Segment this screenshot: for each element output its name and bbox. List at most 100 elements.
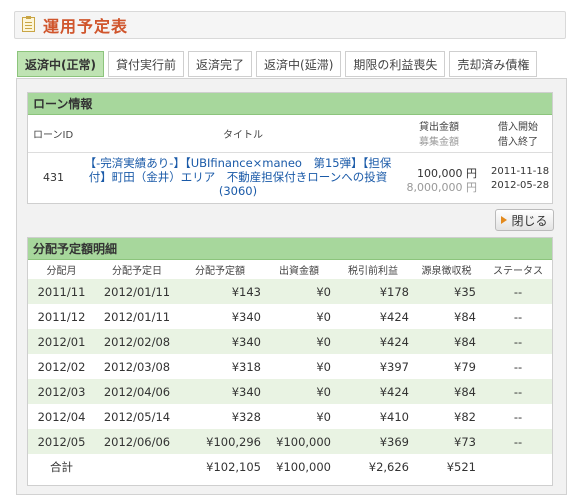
tab-repaid[interactable]: 返済完了 (188, 51, 253, 77)
memo-icon (21, 16, 37, 34)
col-header-amount: 分配予定額 (179, 260, 267, 279)
cell-month: 2011/11 (28, 279, 95, 304)
tab-before-disbursement[interactable]: 貸付実行前 (107, 51, 184, 77)
cell-tax: ¥35 (417, 279, 484, 304)
borrow-start-date: 2011-11-18 (491, 166, 550, 177)
cell-investment: ¥0 (316, 359, 331, 374)
header-loan-id: ローンID (33, 130, 74, 141)
cell-pretax: ¥424 (337, 379, 417, 404)
distribution-heading: 分配予定額明細 (28, 238, 552, 260)
cell-amount: ¥328 (231, 409, 261, 424)
cell-date: 2012/02/08 (95, 329, 179, 354)
cell-status: -- (513, 359, 523, 374)
cell-amount: ¥340 (179, 379, 267, 404)
cell-pretax: ¥397 (379, 359, 409, 374)
cell-investment: ¥100,000 (267, 429, 337, 454)
cell-status: -- (513, 409, 523, 424)
cell-month: 2011/12 (37, 309, 86, 324)
total-cell-date (95, 454, 179, 479)
cell-pretax: ¥424 (337, 329, 417, 354)
page-title: 運用予定表 (43, 17, 129, 36)
raise-amount: 8,000,000 円 (406, 181, 477, 194)
table-row: 2012/03 2012/04/06 ¥340 ¥0 ¥424 ¥84 -- (28, 379, 552, 404)
cell-tax: ¥84 (417, 379, 484, 404)
page-title-bar: 運用予定表 (14, 11, 566, 39)
cell-tax: ¥82 (454, 409, 476, 424)
cell-date: 2012/06/06 (95, 429, 179, 454)
cell-month: 2012/03 (28, 379, 95, 404)
cell-pretax: ¥369 (337, 429, 417, 454)
cell-amount: ¥340 (231, 309, 261, 324)
table-row: 2012/02 2012/03/08 ¥318 ¥0 ¥397 ¥79 -- (28, 354, 552, 379)
cell-month: 2012/01 (28, 329, 95, 354)
col-header-month: 分配月 (28, 260, 95, 279)
cell-investment: ¥0 (316, 309, 331, 324)
cell-amount: ¥100,296 (179, 429, 267, 454)
loan-row: 431 【-完済実績あり-】【UBIfinance×maneo 第15弾】【担保… (28, 153, 552, 204)
loan-title-link[interactable]: 【-完済実績あり-】【UBIfinance×maneo 第15弾】【担保 付】町… (80, 156, 396, 198)
cell-investment: ¥0 (267, 329, 337, 354)
table-row: 2012/01 2012/02/08 ¥340 ¥0 ¥424 ¥84 -- (28, 329, 552, 354)
loan-title-line-3: (3060) (218, 184, 258, 198)
cell-date: 2012/03/08 (103, 359, 171, 374)
col-header-pretax: 税引前利益 (337, 260, 417, 279)
cell-investment: ¥0 (267, 279, 337, 304)
close-button[interactable]: 閉じる (495, 209, 554, 231)
cell-status: -- (484, 379, 552, 404)
cell-tax: ¥79 (454, 359, 476, 374)
cell-amount: ¥318 (231, 359, 261, 374)
header-loan-amount: 貸出金額 (419, 122, 459, 133)
loan-title-line-2: 付】町田（金井）エリア 不動産担保付きローンへの投資 (88, 170, 388, 184)
loan-title-line-1: 【-完済実績あり-】【UBIfinance×maneo 第15弾】【担保 (84, 156, 392, 170)
table-row: 2011/11 2012/01/11 ¥143 ¥0 ¥178 ¥35 -- (28, 279, 552, 304)
cell-investment: ¥0 (316, 409, 331, 424)
total-cell-amount: ¥102,105 (179, 454, 267, 479)
distribution-panel: 分配予定額明細 分配月 分配予定日 分配予定額 出資金額 税引前利益 源泉徴収税… (27, 237, 553, 486)
total-cell-month: 合計 (28, 454, 95, 479)
loan-info-header: ローンID タイトル 貸出金額 募集金額 借入開始 借入終了 (28, 115, 552, 153)
table-row: 2012/05 2012/06/06 ¥100,296 ¥100,000 ¥369 ¥73… (28, 429, 552, 454)
cell-date: 2012/01/11 (103, 309, 171, 324)
total-cell-status (484, 454, 552, 479)
cell-month: 2012/05 (28, 429, 95, 454)
cell-month: 2012/02 (37, 359, 86, 374)
col-header-tax: 源泉徴収税 (417, 260, 484, 279)
col-header-date: 分配予定日 (95, 260, 179, 279)
header-title: タイトル (223, 130, 263, 141)
tab-repaying-delinquent[interactable]: 返済中(延滞) (256, 51, 342, 77)
cell-status: -- (484, 329, 552, 354)
cell-tax: ¥73 (417, 429, 484, 454)
cell-month: 2012/04 (37, 409, 86, 424)
tab-repaying-normal[interactable]: 返済中(正常) (17, 51, 104, 77)
content-frame: ローン情報 ローンID タイトル 貸出金額 募集金額 借入開始 借入終了 431… (16, 78, 567, 495)
total-cell-tax: ¥521 (417, 454, 484, 479)
cell-pretax: ¥178 (337, 279, 417, 304)
header-raise-amount: 募集金額 (419, 137, 459, 148)
cell-date: 2012/04/06 (95, 379, 179, 404)
cell-status: -- (484, 279, 552, 304)
cell-amount: ¥340 (179, 329, 267, 354)
cell-status: -- (513, 309, 523, 324)
cell-amount: ¥143 (179, 279, 267, 304)
cell-pretax: ¥424 (379, 309, 409, 324)
table-row: 2012/04 2012/05/14 ¥328 ¥0 ¥410 ¥82 -- (28, 404, 552, 429)
close-button-label: 閉じる (511, 213, 548, 228)
cell-date: 2012/01/11 (95, 279, 179, 304)
loan-info-heading: ローン情報 (28, 93, 552, 115)
col-header-investment: 出資金額 (267, 260, 337, 279)
col-header-status: ステータス (484, 260, 552, 279)
tab-acceleration[interactable]: 期限の利益喪失 (345, 51, 446, 77)
cell-tax: ¥84 (454, 309, 476, 324)
total-cell-pretax: ¥2,626 (337, 454, 417, 479)
loan-id: 431 (43, 171, 64, 184)
header-borrow-end: 借入終了 (498, 137, 538, 148)
header-borrow-start: 借入開始 (498, 122, 538, 133)
tab-sold-claims[interactable]: 売却済み債権 (449, 51, 538, 77)
cell-date: 2012/05/14 (103, 409, 171, 424)
total-row: 合計 ¥102,105 ¥100,000 ¥2,626 ¥521 (28, 454, 552, 479)
cell-investment: ¥0 (267, 379, 337, 404)
cell-pretax: ¥410 (379, 409, 409, 424)
status-tabs: 返済中(正常) 貸付実行前 返済完了 返済中(延滞) 期限の利益喪失 売却済み債… (17, 51, 538, 77)
cell-status: -- (484, 429, 552, 454)
cell-tax: ¥84 (417, 329, 484, 354)
